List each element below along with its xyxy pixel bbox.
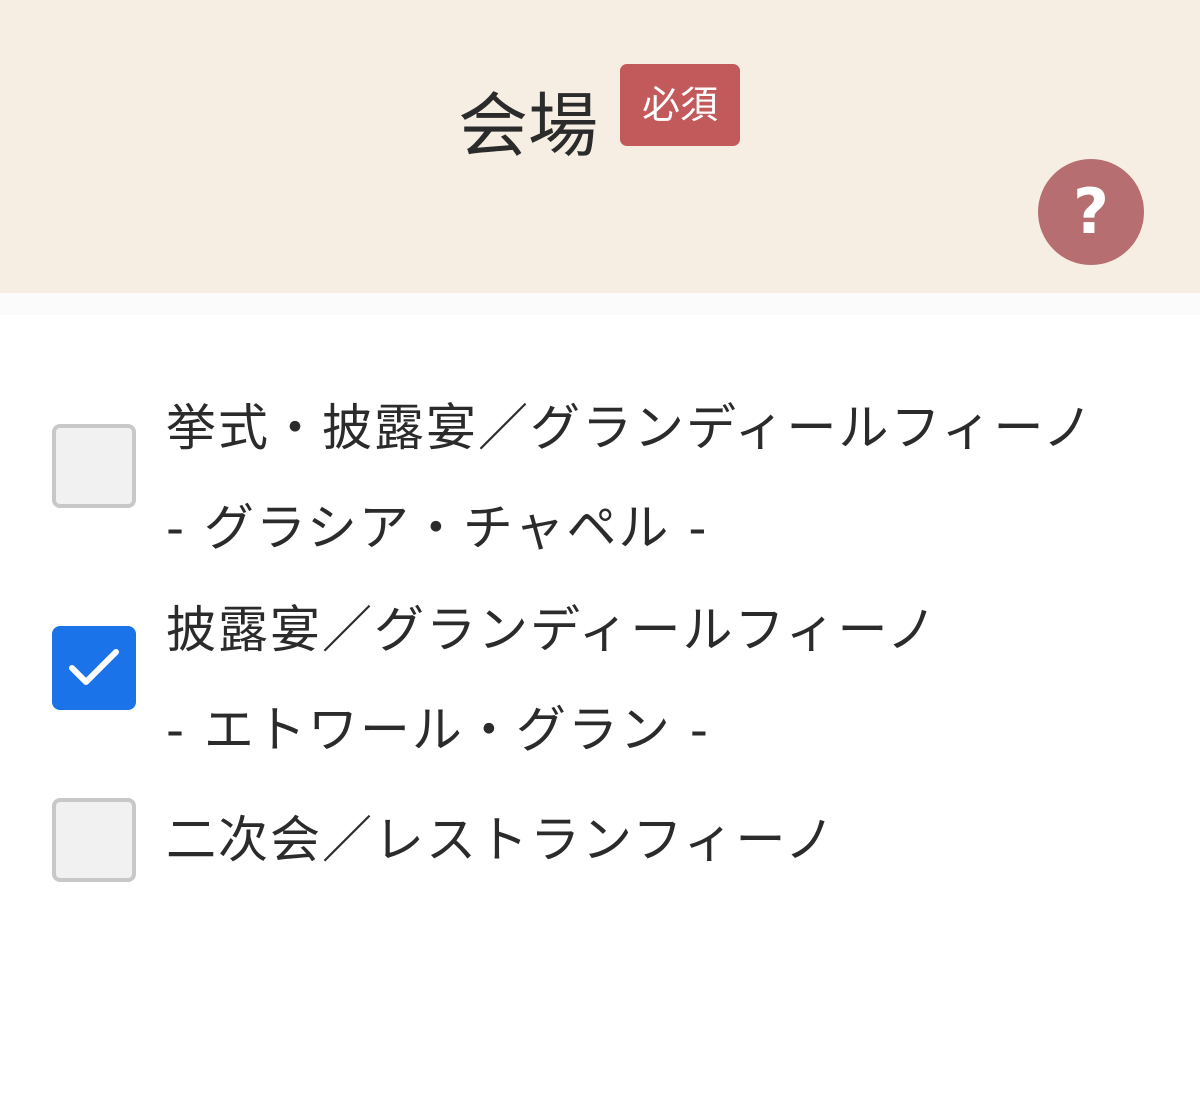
option-label-line2: - グラシア・チャペル - bbox=[166, 499, 709, 557]
checkbox-unchecked[interactable] bbox=[52, 424, 136, 508]
option-label-line1: 披露宴／グランディールフィーノ bbox=[166, 601, 939, 659]
option-label[interactable]: 二次会／レストランフィーノ bbox=[166, 790, 1176, 890]
option-label-line2: - エトワール・グラン - bbox=[166, 701, 710, 759]
option-label-line1: 二次会／レストランフィーノ bbox=[166, 811, 837, 869]
section-header: 会場 必須 ? bbox=[0, 0, 1200, 293]
option-label[interactable]: 披露宴／グランディールフィーノ - エトワール・グラン - bbox=[166, 580, 1176, 780]
help-icon[interactable]: ? bbox=[1038, 159, 1144, 265]
venue-option-ceremony-reception[interactable]: 挙式・披露宴／グランディールフィーノ - グラシア・チャペル - bbox=[52, 378, 1172, 558]
divider bbox=[0, 293, 1200, 315]
checkbox-checked[interactable] bbox=[52, 626, 136, 710]
page-title: 会場 bbox=[458, 85, 598, 167]
venue-option-after-party[interactable]: 二次会／レストランフィーノ bbox=[52, 790, 1172, 890]
option-label[interactable]: 挙式・披露宴／グランディールフィーノ - グラシア・チャペル - bbox=[166, 378, 1176, 578]
checkmark-icon bbox=[69, 649, 119, 685]
option-label-line1: 挙式・披露宴／グランディールフィーノ bbox=[166, 399, 1095, 457]
venue-option-reception[interactable]: 披露宴／グランディールフィーノ - エトワール・グラン - bbox=[52, 580, 1172, 760]
required-badge: 必須 bbox=[620, 64, 740, 146]
checkbox-unchecked[interactable] bbox=[52, 798, 136, 882]
